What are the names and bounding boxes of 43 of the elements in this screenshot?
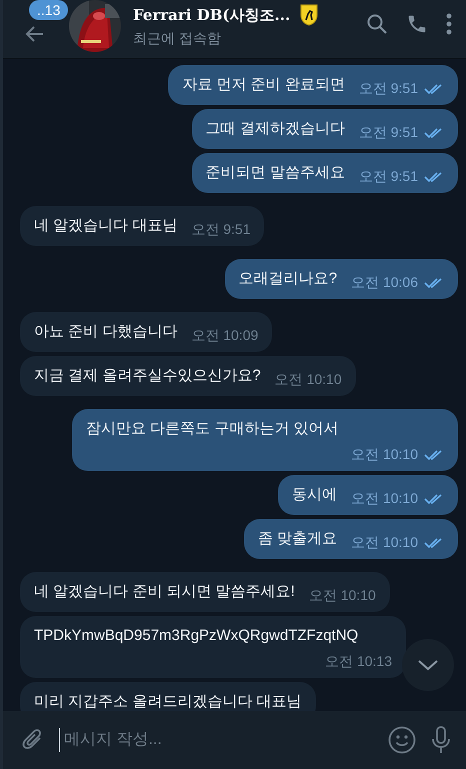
horse-shield-icon [300,4,318,26]
message-time: 오전 10:13 [325,653,392,671]
message-text: 아뇨 준비 다했습니다 [34,322,178,342]
message-time: 오전 10:10 [351,446,418,464]
message-text: 자료 먼저 준비 완료되면 [182,75,345,95]
message-time: 오전 10:09 [191,327,258,345]
double-check-icon [424,493,444,505]
message-text: 네 알겠습니다 대표님 [34,216,178,236]
message-time: 오전 9:51 [358,124,418,142]
chat-title: Ferrari DB(사칭조... [133,6,290,24]
message-time: 오전 9:51 [191,221,250,239]
message-text: 네 알겠습니다 준비 되시면 말씀주세요! [34,582,295,602]
double-check-icon [424,449,444,461]
message-input[interactable]: 메시지 작성... [59,728,374,752]
message-time: 오전 9:51 [358,168,418,186]
message-time: 오전 10:10 [308,587,376,605]
last-seen-status: 최근에 접속함 [133,30,222,48]
double-check-icon [424,537,444,549]
message-text: TPDkYmwBqD957m3RgPzWxQRgwdTZFzqtNQ [34,626,358,646]
microphone-icon[interactable] [430,725,452,755]
message-time: 오전 9:51 [358,80,418,98]
unread-badge[interactable]: ..13 [29,0,68,20]
message-text: 잠시만요 다른쪽도 구매하는거 있어서 [86,419,339,439]
message-text: 지금 결제 올려주실수있으신가요? [34,366,261,386]
message-time: 오전 10:10 [274,371,342,389]
double-check-icon [424,83,444,95]
search-icon[interactable] [366,13,388,35]
message-text: 그때 결제하겠습니다 [206,119,345,139]
phone-icon[interactable] [406,13,428,35]
chevron-down-icon [417,659,439,671]
message-time: 오전 10:10 [351,534,418,552]
message-time: 오전 10:10 [351,490,418,508]
double-check-icon [424,127,444,139]
message-text: 준비되면 말씀주세요 [206,163,345,183]
message-text: 오래걸리나요? [238,269,338,289]
message-text: 동시에 [292,485,338,505]
double-check-icon [424,277,444,289]
message-time: 오전 10:06 [351,274,418,292]
message-text: 미리 지갑주소 올려드리겠습니다 대표님 [34,692,302,711]
message-text: 좀 맞출게요 [258,529,338,549]
more-icon[interactable] [446,13,452,35]
double-check-icon [424,171,444,183]
smile-icon[interactable] [388,726,416,754]
